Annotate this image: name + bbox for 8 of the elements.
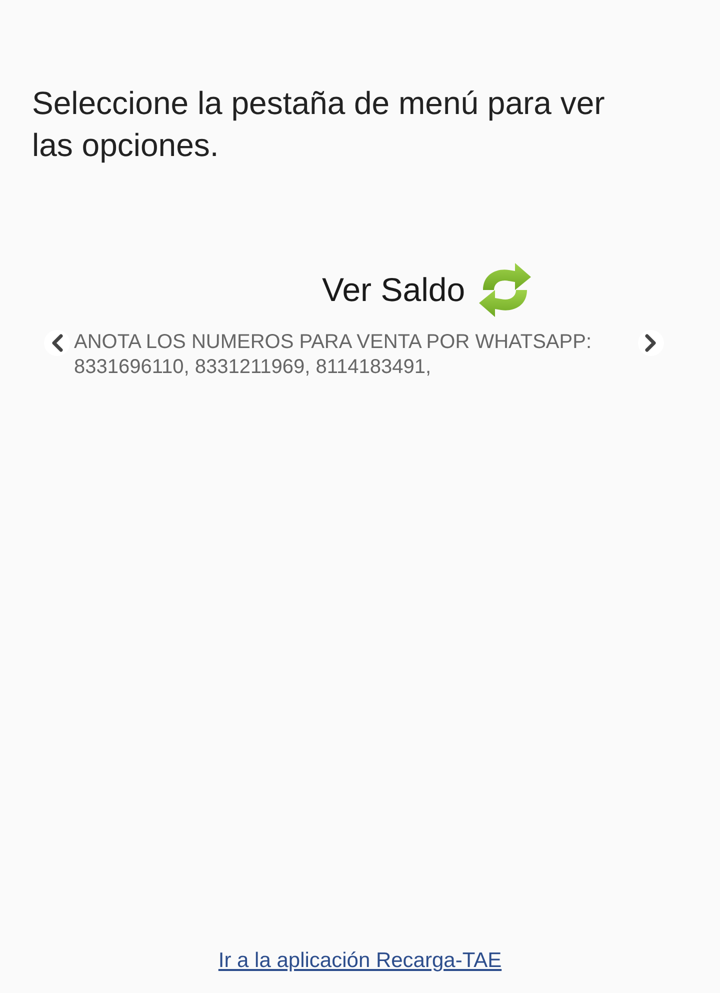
instructions-text: Seleccione la pestaña de menú para ver las opciones. — [32, 84, 606, 165]
previous-button[interactable] — [44, 330, 70, 356]
announcement-text: ANOTA LOS NUMEROS PARA VENTA POR WHATSAPP: 8331696110, 8331211969, 8114183491, — [74, 330, 593, 380]
balance-label: Ver Saldo — [322, 271, 466, 309]
next-button[interactable] — [638, 330, 664, 356]
app-link[interactable]: Ir a la aplicación Recarga-TAE — [218, 949, 502, 973]
chevron-icon — [50, 334, 64, 352]
chevron-icon — [644, 334, 658, 352]
